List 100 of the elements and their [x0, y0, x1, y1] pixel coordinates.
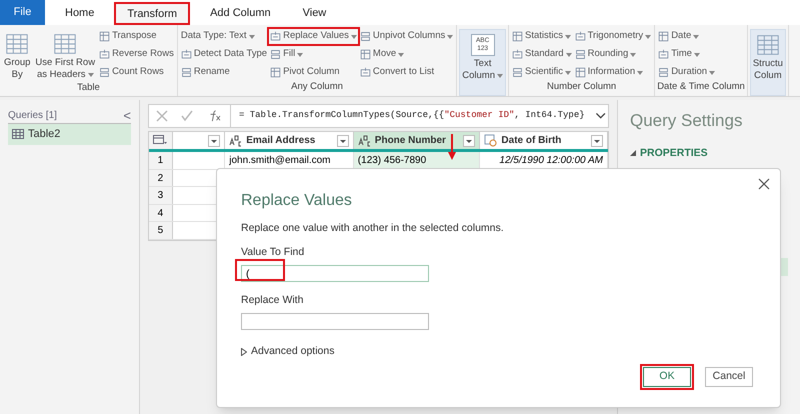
- expand-triangle-icon: [241, 348, 247, 356]
- command-icon: [658, 31, 670, 42]
- row-number: 2: [149, 170, 173, 186]
- caret-icon: [645, 34, 652, 38]
- text-type-icon: [229, 134, 242, 146]
- caret-icon: [497, 74, 504, 78]
- command-icon: [180, 49, 192, 60]
- ribbon-large-button[interactable]: Use First Row as Headers: [33, 29, 98, 81]
- ribbon-tab[interactable]: Transform: [114, 2, 190, 25]
- caret-icon: [630, 52, 636, 56]
- collapse-button[interactable]: <: [123, 108, 131, 123]
- group-label: Number Column: [546, 80, 618, 94]
- command-icon: [658, 67, 670, 78]
- ribbon-command[interactable]: Date: [657, 29, 716, 44]
- ribbon-command[interactable]: Time: [657, 47, 716, 62]
- dialog-description: Replace one value with another in the selected columns.: [241, 221, 505, 236]
- query-item[interactable]: Table2: [8, 124, 131, 144]
- command-icon: [574, 31, 586, 42]
- text-field[interactable]: [241, 312, 429, 330]
- cancel-button[interactable]: Cancel: [702, 364, 756, 390]
- caret-icon: [693, 34, 700, 38]
- function-icon[interactable]: [208, 109, 222, 123]
- command-icon: [360, 31, 371, 42]
- row-number: 1: [149, 152, 173, 168]
- caret-icon: [709, 70, 716, 74]
- file-tab[interactable]: File: [0, 0, 45, 25]
- ribbon-command[interactable]: Statistics: [511, 29, 573, 44]
- command-icon: [270, 49, 282, 60]
- command-icon: [574, 49, 586, 60]
- ribbon-command[interactable]: Data Type: Text: [180, 29, 268, 44]
- dialog-title: Replace Values: [241, 191, 353, 211]
- caret-icon: [297, 52, 304, 56]
- caret-icon: [248, 34, 255, 38]
- row-number: 3: [149, 187, 173, 204]
- caret-icon: [350, 34, 357, 38]
- ribbon-command[interactable]: Replace Values: [269, 29, 358, 44]
- dropdown-icon[interactable]: [208, 134, 220, 146]
- ribbon-command[interactable]: Scientific: [511, 65, 573, 80]
- command-icon: [270, 31, 282, 42]
- advanced-options-toggle[interactable]: Advanced options: [241, 344, 334, 360]
- command-icon: [99, 31, 110, 42]
- group-label: Any Column: [290, 80, 344, 94]
- field-label: Replace With: [241, 292, 304, 308]
- ribbon-command[interactable]: Detect Data Type: [180, 47, 268, 62]
- ribbon-command[interactable]: Convert to List: [358, 65, 454, 80]
- caret-icon: [565, 70, 572, 74]
- ribbon-tab[interactable]: View: [290, 2, 338, 25]
- table-cell: john.smith@email.com: [229, 155, 331, 166]
- command-icon: [180, 67, 192, 78]
- dropdown-icon[interactable]: [463, 134, 476, 146]
- command-icon: [99, 49, 110, 60]
- column-header[interactable]: Phone Number: [354, 132, 480, 149]
- ribbon-command[interactable]: Rounding: [574, 47, 652, 62]
- annotation-arrow: [448, 134, 456, 160]
- row-number: 4: [149, 204, 173, 221]
- ribbon-tab[interactable]: Home: [53, 2, 106, 25]
- command-icon: [99, 67, 110, 78]
- close-button[interactable]: [758, 177, 772, 191]
- field-label: Value To Find: [241, 244, 306, 260]
- command-icon: [360, 49, 371, 60]
- ribbon-command[interactable]: Standard: [511, 47, 573, 62]
- ribbon-command[interactable]: Transpose: [98, 29, 175, 44]
- calendar-clock-icon: [484, 134, 498, 147]
- caret-icon: [88, 73, 94, 77]
- ok-button[interactable]: OK: [640, 364, 694, 390]
- dropdown-icon[interactable]: [591, 134, 603, 146]
- ribbon-command[interactable]: Information: [574, 65, 652, 80]
- pane-title: Query Settings: [630, 110, 744, 132]
- ribbon-command[interactable]: Move: [358, 47, 454, 62]
- table-cell: (123) 456-7890: [358, 155, 426, 166]
- section-heading: PROPERTIES: [640, 146, 708, 160]
- text-type-icon: [358, 134, 371, 146]
- ribbon-command[interactable]: Fill: [269, 47, 358, 62]
- ribbon-command[interactable]: Trigonometry: [574, 29, 652, 44]
- table-icon: [12, 129, 24, 140]
- ribbon-command[interactable]: Pivot Column: [269, 65, 358, 80]
- caret-icon: [447, 34, 454, 38]
- row-number: 5: [149, 222, 173, 238]
- ribbon-command[interactable]: Reverse Rows: [98, 47, 175, 62]
- formula-input[interactable]: = Table.TransformColumnTypes(Source,{{"Customer ID", Int64.Type}: [230, 105, 593, 127]
- caret-icon: [398, 52, 404, 56]
- command-icon: [512, 67, 524, 78]
- ribbon-command[interactable]: Count Rows: [98, 65, 175, 80]
- ribbon-command[interactable]: Rename: [180, 65, 268, 80]
- ribbon-command[interactable]: Unpivot Columns: [358, 29, 454, 44]
- ribbon-tab[interactable]: Add Column: [198, 2, 283, 25]
- table-menu-icon[interactable]: [149, 132, 173, 149]
- dropdown-icon[interactable]: [336, 134, 349, 146]
- text-field[interactable]: (: [241, 265, 429, 282]
- caret-icon: [637, 70, 644, 74]
- ribbon-command[interactable]: Duration: [657, 65, 716, 80]
- command-icon: [658, 49, 670, 60]
- ribbon-large-button[interactable]: Group By: [2, 29, 32, 81]
- queries-title: Queries [1]: [8, 109, 57, 123]
- ribbon-large-button[interactable]: Structu Colum: [750, 29, 786, 96]
- command-icon: [512, 31, 524, 42]
- caret-icon: [566, 52, 572, 56]
- command-icon: [360, 67, 371, 78]
- group-label: Table: [76, 81, 101, 95]
- table-cell: 12/5/1990 12:00:00 AM: [499, 155, 603, 166]
